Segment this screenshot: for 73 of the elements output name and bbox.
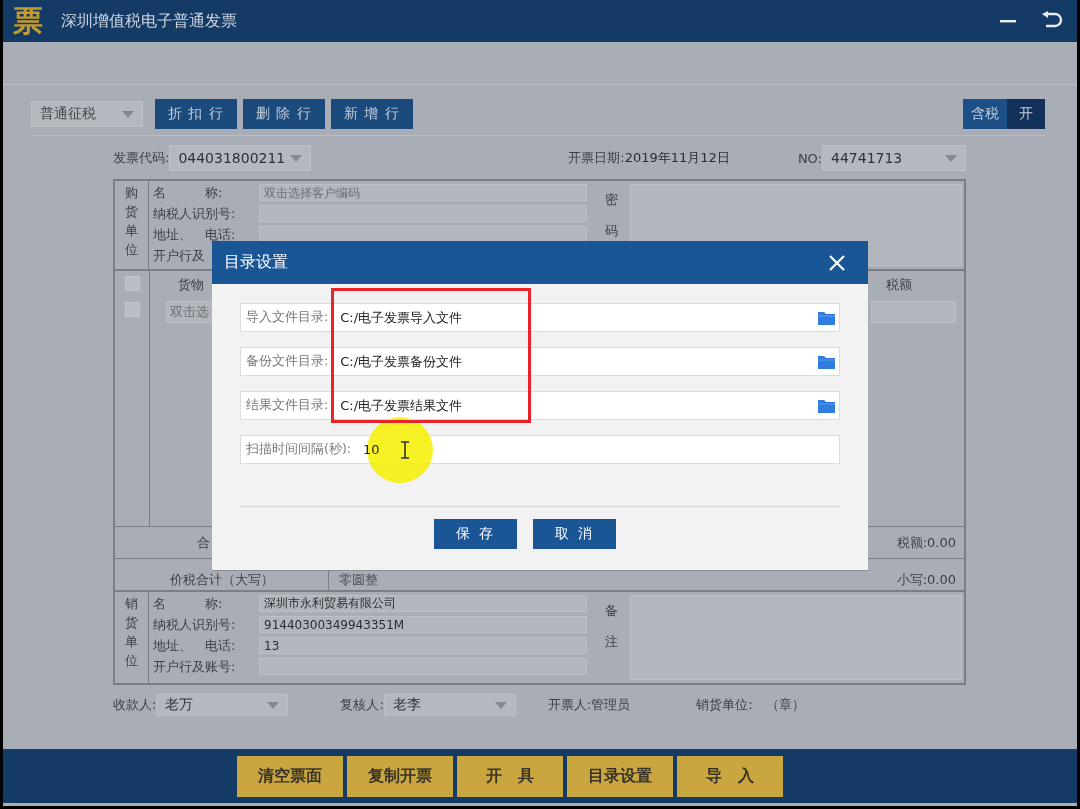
window-title: 深圳增值税电子普通发票 <box>61 10 237 32</box>
amount-total: 小写:0.00 <box>896 571 956 589</box>
dialog-button[interactable]: 保 存 <box>434 519 517 549</box>
tax-type-select[interactable]: 普通征税 <box>31 101 143 127</box>
field-label: 发票代码: <box>113 149 170 167</box>
toolbar-button[interactable]: 删 除 行 <box>242 99 325 129</box>
date-label: 开票日期: <box>568 149 625 167</box>
caret-icon <box>290 154 303 162</box>
field-label: 地址、 电话: <box>153 636 237 655</box>
action-button[interactable]: 目录设置 <box>567 755 673 797</box>
field-label: 结果文件目录: <box>246 397 329 414</box>
field-label: 开户行及账号: <box>153 657 237 676</box>
action-button[interactable]: 开 具 <box>457 755 563 797</box>
tax-toggle[interactable]: 含税 开 <box>963 99 1045 129</box>
dialog-button[interactable]: 取 消 <box>533 519 616 549</box>
invoice-date: 2019年11月12日 <box>624 149 730 167</box>
field-label: 纳税人识别号: <box>153 205 236 221</box>
toolbar-button[interactable]: 折 扣 行 <box>155 99 237 129</box>
close-icon[interactable] <box>828 253 846 272</box>
column-header: 税额 <box>886 275 912 294</box>
side-label: 购货单位 <box>125 184 138 259</box>
field-value: C:/电子发票备份文件 <box>340 352 463 371</box>
field-label: 纳税人识别号: <box>153 615 237 634</box>
side-label: 密码 <box>604 191 618 241</box>
toggle-value: 开 <box>1007 99 1045 129</box>
caret-icon <box>267 701 280 709</box>
field-value: C:/电子发票导入文件 <box>340 308 463 327</box>
caret-icon <box>945 154 957 162</box>
caret-icon <box>494 701 507 709</box>
payee-select[interactable]: 老万 <box>156 694 289 716</box>
field-label: 名 称: <box>153 594 224 613</box>
tax-total: 税额:0.00 <box>896 533 956 552</box>
field-label: 导入文件目录: <box>246 309 329 326</box>
invoice-number-select[interactable]: 44741713 <box>822 145 966 171</box>
field-label: 复核人: <box>340 696 384 714</box>
total-label: 合 <box>197 533 210 552</box>
field-label: 名 称: <box>153 184 223 200</box>
checkbox[interactable] <box>124 302 140 317</box>
side-label: 销货单位 <box>125 595 138 670</box>
seal-text: 销货单位: （章） <box>696 696 805 714</box>
field-label: 开户行及 <box>153 247 205 263</box>
action-button[interactable]: 复制开票 <box>347 755 453 797</box>
folder-icon[interactable] <box>818 310 835 325</box>
caret-icon <box>122 110 134 118</box>
toggle-label: 含税 <box>963 99 1007 129</box>
action-button[interactable]: 导 入 <box>677 755 783 797</box>
side-label: 备注 <box>604 602 618 652</box>
amount-in-words: 零圆整 <box>339 571 378 589</box>
input-field[interactable]: 导入文件目录: C:/电子发票导入文件 <box>240 303 840 332</box>
folder-icon[interactable] <box>818 398 835 413</box>
field-value: C:/电子发票结果文件 <box>340 396 463 415</box>
input-field[interactable]: 双击选择客户编码 <box>259 184 587 201</box>
checkbox[interactable] <box>124 276 140 291</box>
text-cursor-icon <box>400 441 410 459</box>
invoice-code-select[interactable]: 044031800211 <box>169 145 312 171</box>
issuer-text: 开票人:管理员 <box>547 696 631 714</box>
input-field[interactable]: 深圳市永利贸易有限公司 <box>259 595 587 612</box>
toolbar-button[interactable]: 新 增 行 <box>330 99 413 129</box>
reviewer-select[interactable]: 老李 <box>383 694 516 716</box>
input-field[interactable]: 结果文件目录: C:/电子发票结果文件 <box>240 391 840 420</box>
field-label: 地址、 电话: <box>153 226 236 242</box>
app-logo: 票 <box>13 6 43 36</box>
field-label: 备份文件目录: <box>246 353 329 370</box>
input-field[interactable]: 13 <box>259 637 587 654</box>
number-label: NO: <box>797 150 822 166</box>
dialog-title: 目录设置 <box>224 252 288 273</box>
input-field[interactable]: 备份文件目录: C:/电子发票备份文件 <box>240 347 840 376</box>
input-field[interactable]: 91440300349943351M <box>259 616 587 633</box>
action-button[interactable]: 清空票面 <box>237 755 343 797</box>
field-label: 收款人: <box>113 696 157 714</box>
column-header: 货物 <box>178 275 204 294</box>
field-label: 扫描时间间隔(秒): <box>246 441 351 458</box>
folder-icon[interactable] <box>818 354 835 369</box>
